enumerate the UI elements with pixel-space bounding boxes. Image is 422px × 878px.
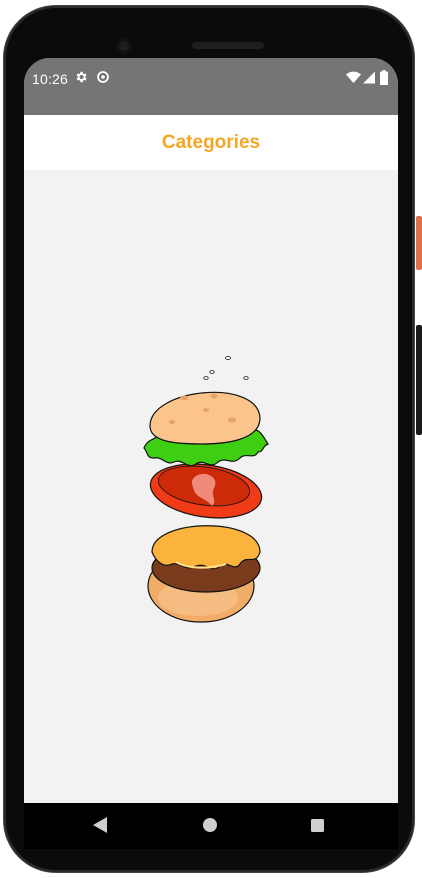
front-camera [116,38,132,54]
recents-icon[interactable] [311,819,324,837]
power-button [416,216,422,270]
screen: 10:26 Categories [24,58,398,803]
earpiece-speaker [192,42,264,49]
home-icon[interactable] [203,818,217,837]
settings-icon [74,70,88,89]
signal-icon [363,71,375,89]
burger-illustration [136,348,286,653]
page-title: Categories [161,131,261,153]
status-bar: 10:26 [24,58,398,115]
volume-button [416,325,422,435]
content-area [24,170,398,803]
battery-icon [380,70,388,90]
back-icon[interactable] [93,817,107,838]
app-bar: Categories [24,115,398,170]
wifi-icon [346,71,361,89]
status-time: 10:26 [32,71,69,87]
data-saver-icon [96,70,110,89]
navigation-bar [24,803,398,849]
